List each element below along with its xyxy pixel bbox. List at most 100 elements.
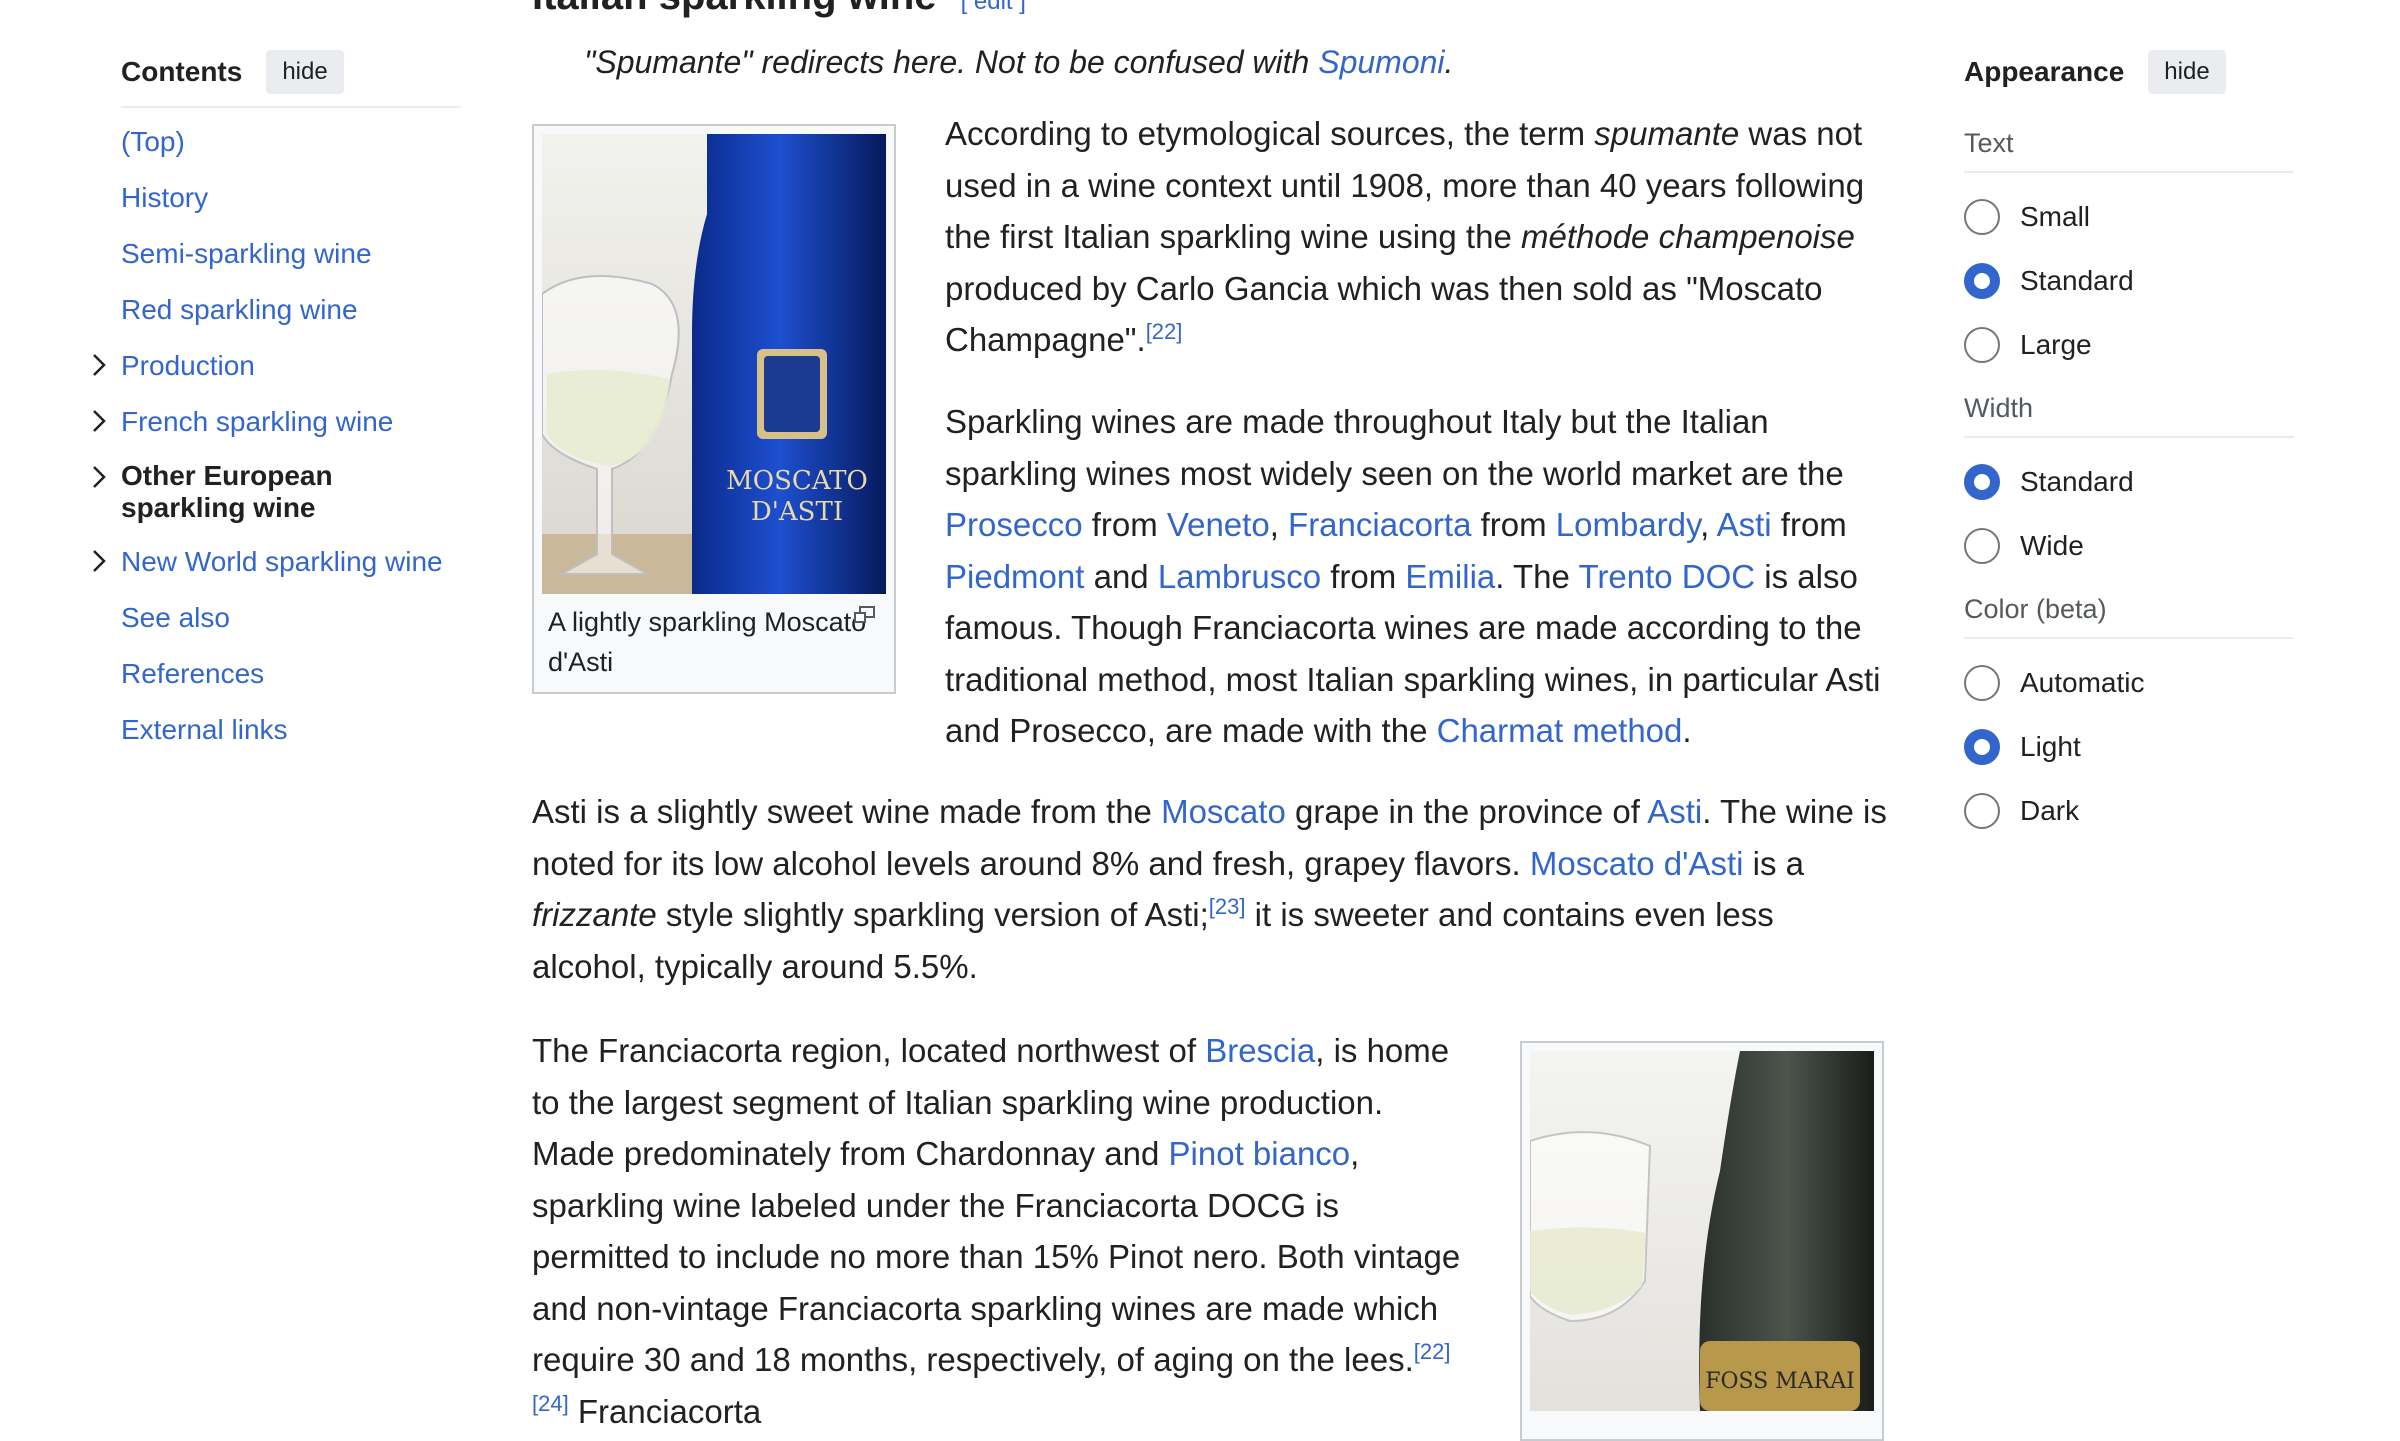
italic-term: spumante <box>1594 115 1740 152</box>
radio-unselected-icon[interactable] <box>1964 199 2000 235</box>
chevron-right-icon[interactable] <box>89 350 111 380</box>
link-emilia[interactable]: Emilia <box>1405 558 1495 595</box>
link-asti-province[interactable]: Asti <box>1647 793 1702 830</box>
toc-link-current[interactable]: Other European sparkling wine <box>121 460 333 523</box>
toc-item-red-sparkling-wine[interactable]: Red sparkling wine <box>121 292 461 328</box>
toc-item-top[interactable]: (Top) <box>121 124 461 160</box>
radio-unselected-icon[interactable] <box>1964 327 2000 363</box>
radio-label: Automatic <box>2020 667 2145 698</box>
bottle-label-line1: MOSCATO <box>726 466 868 496</box>
toc-link[interactable]: Semi-sparkling wine <box>121 238 372 269</box>
toc-header: Contents hide <box>121 48 461 108</box>
color-label: Color (beta) <box>1964 594 2294 639</box>
toc-title: Contents <box>121 56 243 87</box>
chevron-right-icon[interactable] <box>89 406 111 436</box>
enlarge-icon[interactable] <box>854 606 876 624</box>
photo-wine-bottle-and-glass: MOSCATO D'ASTI <box>542 134 886 594</box>
link-asti[interactable]: Asti <box>1717 506 1772 543</box>
toc-link[interactable]: Red sparkling wine <box>121 294 358 325</box>
toc-item-semi-sparkling-wine[interactable]: Semi-sparkling wine <box>121 236 461 272</box>
hatnote: "Spumante" redirects here. Not to be con… <box>584 44 1453 81</box>
figure-moscato-dasti: MOSCATO D'ASTI A lightly sparkling Mosca… <box>532 124 896 694</box>
link-pinot-bianco[interactable]: Pinot bianco <box>1169 1135 1351 1172</box>
toc-hide-button[interactable]: hide <box>266 50 344 94</box>
toc-link[interactable]: See also <box>121 602 230 633</box>
link-piedmont[interactable]: Piedmont <box>945 558 1084 595</box>
toc-link[interactable]: (Top) <box>121 126 185 157</box>
toc-link[interactable]: New World sparkling wine <box>121 546 443 577</box>
radio-unselected-icon[interactable] <box>1964 528 2000 564</box>
paragraph-4: The Franciacorta region, located northwe… <box>532 1025 1472 1437</box>
chevron-right-icon[interactable] <box>89 546 111 576</box>
link-lambrusco[interactable]: Lambrusco <box>1158 558 1321 595</box>
link-prosecco[interactable]: Prosecco <box>945 506 1083 543</box>
paragraph-text: The Franciacorta region, located northwe… <box>532 1032 1206 1069</box>
radio-selected-icon[interactable] <box>1964 263 2000 299</box>
link-veneto[interactable]: Veneto <box>1167 506 1270 543</box>
moscato-dasti-photo[interactable]: MOSCATO D'ASTI <box>542 134 886 594</box>
width-wide[interactable]: Wide <box>1964 526 2294 566</box>
link-brescia[interactable]: Brescia <box>1205 1032 1315 1069</box>
paragraph-text: . The <box>1495 557 1579 595</box>
link-charmat-method[interactable]: Charmat method <box>1437 712 1683 749</box>
hatnote-text: . <box>1444 44 1454 80</box>
paragraph-text: is a <box>1743 844 1804 882</box>
appearance-hide-button[interactable]: hide <box>2148 50 2226 94</box>
appearance-header: Appearance hide <box>1964 48 2294 96</box>
appearance-panel: Appearance hide Text Small Standard Larg… <box>1964 48 2294 831</box>
radio-selected-icon[interactable] <box>1964 729 2000 765</box>
toc-link[interactable]: Production <box>121 350 255 381</box>
text-size-label: Text <box>1964 128 2294 173</box>
link-lombardy[interactable]: Lombardy <box>1556 506 1700 543</box>
link-franciacorta[interactable]: Franciacorta <box>1288 506 1471 543</box>
text-size-large[interactable]: Large <box>1964 325 2294 365</box>
edit-section-link[interactable]: [ edit ] <box>961 0 1026 15</box>
radio-label: Wide <box>2020 530 2084 561</box>
paragraph-text: grape in the province of <box>1285 793 1648 830</box>
link-spumoni[interactable]: Spumoni <box>1318 44 1444 80</box>
photo-dark-bottle-and-glass: FOSS MARAI <box>1530 1051 1874 1411</box>
toc-link[interactable]: History <box>121 182 208 213</box>
paragraph-text: According to etymological sources, the t… <box>945 115 1595 152</box>
toc-item-other-european-sparkling-wine[interactable]: Other European sparkling wine <box>93 460 461 524</box>
color-automatic[interactable]: Automatic <box>1964 663 2294 703</box>
paragraph-text: from <box>1082 506 1167 543</box>
radio-unselected-icon[interactable] <box>1964 793 2000 829</box>
radio-selected-icon[interactable] <box>1964 464 2000 500</box>
paragraph-text: , <box>1269 506 1289 543</box>
text-size-standard[interactable]: Standard <box>1964 261 2294 301</box>
toc-link[interactable]: French sparkling wine <box>121 406 393 437</box>
paragraph-1: According to etymological sources, the t… <box>945 108 1892 366</box>
text-size-small[interactable]: Small <box>1964 197 2294 237</box>
width-standard[interactable]: Standard <box>1964 462 2294 502</box>
paragraph-text: from <box>1321 557 1406 595</box>
paragraph-2: Sparkling wines are made throughout Ital… <box>945 396 1892 757</box>
citation-link[interactable]: [22] <box>1146 319 1183 344</box>
toc-item-history[interactable]: History <box>121 180 461 216</box>
toc-item-french-sparkling-wine[interactable]: French sparkling wine <box>93 404 461 440</box>
figure-caption-text: A lightly sparkling Moscato d'Asti <box>548 607 867 677</box>
chevron-right-icon[interactable] <box>89 462 111 492</box>
radio-label: Light <box>2020 731 2081 762</box>
color-dark[interactable]: Dark <box>1964 791 2294 831</box>
citation-link[interactable]: [23] <box>1209 894 1246 919</box>
figure-caption: A lightly sparkling Moscato d'Asti <box>542 594 886 682</box>
link-moscato[interactable]: Moscato <box>1161 793 1286 830</box>
radio-label: Standard <box>2020 265 2134 296</box>
color-light[interactable]: Light <box>1964 727 2294 767</box>
toc-item-see-also[interactable]: See also <box>121 600 461 636</box>
paragraph-3: Asti is a slightly sweet wine made from … <box>532 786 1892 992</box>
franciacorta-photo[interactable]: FOSS MARAI <box>1530 1051 1874 1411</box>
hatnote-text: "Spumante" redirects here. Not to be con… <box>584 44 1319 80</box>
link-trento-doc[interactable]: Trento DOC <box>1578 558 1755 595</box>
bottle-label: FOSS MARAI <box>1705 1369 1855 1394</box>
link-moscato-dasti[interactable]: Moscato d'Asti <box>1530 845 1744 882</box>
paragraph-text: Franciacorta <box>568 1392 762 1430</box>
toc-link[interactable]: References <box>121 658 264 689</box>
toc-item-references[interactable]: References <box>121 656 461 692</box>
toc-item-production[interactable]: Production <box>93 348 461 384</box>
toc-item-external-links[interactable]: External links <box>121 712 461 748</box>
toc-item-new-world-sparkling-wine[interactable]: New World sparkling wine <box>93 544 461 580</box>
toc-link[interactable]: External links <box>121 714 288 745</box>
radio-unselected-icon[interactable] <box>1964 665 2000 701</box>
